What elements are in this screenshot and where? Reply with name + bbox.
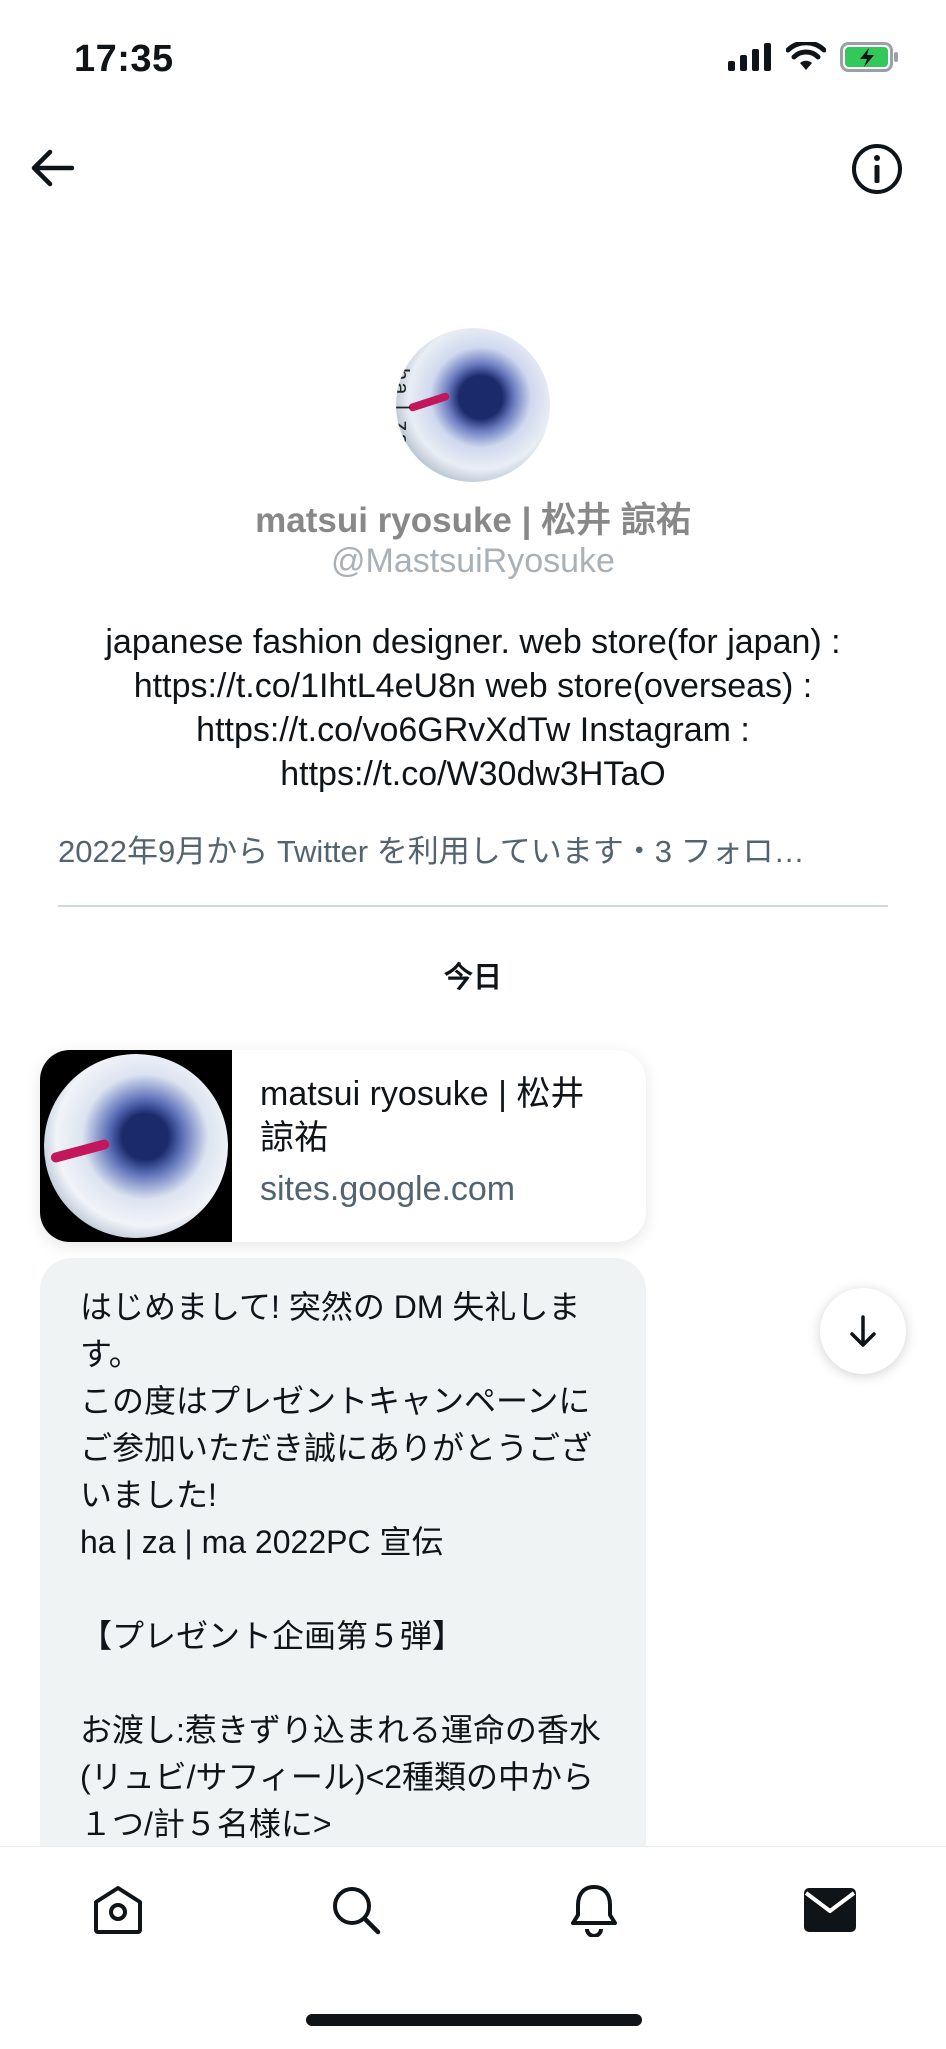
link-preview-image (40, 1050, 232, 1242)
link-preview-title: matsui ryosuke | 松井 諒祐 (260, 1075, 585, 1157)
date-separator: 今日 (443, 962, 502, 994)
arrow-down-icon (850, 1315, 876, 1347)
battery-charging-icon (840, 42, 898, 72)
link-preview-card[interactable]: matsui ryosuke | 松井 諒祐 sites.google.com (40, 1050, 646, 1242)
search-icon (333, 1887, 381, 1935)
profile-handle[interactable]: @MastsuiRyosuke (0, 542, 946, 581)
mail-icon (804, 1888, 856, 1932)
home-icon (94, 1886, 142, 1934)
info-circle-icon (852, 144, 902, 194)
avatar-art-streak (407, 391, 451, 413)
home-indicator[interactable] (306, 2014, 642, 2026)
back-button[interactable] (24, 140, 80, 196)
scroll-to-bottom-button[interactable] (820, 1288, 906, 1374)
profile-name[interactable]: matsui ryosuke | 松井 諒祐 (0, 492, 946, 543)
profile-avatar[interactable]: ha | za | ma (396, 328, 550, 482)
message-text: はじめまして! 突然の DM 失礼します。 この度はプレゼントキャンペーンにご参… (80, 1289, 601, 1842)
arrow-left-icon (31, 149, 74, 187)
tab-notifications[interactable] (564, 1880, 624, 1940)
tab-home[interactable] (88, 1880, 148, 1940)
profile-meta: 2022年9月から Twitter を利用しています・3 フォロ… (58, 834, 805, 869)
link-preview-domain: sites.google.com (260, 1170, 516, 1208)
wifi-icon (786, 42, 826, 70)
status-time: 17:35 (74, 38, 174, 80)
message-bubble[interactable]: はじめまして! 突然の DM 失礼します。 この度はプレゼントキャンペーンにご参… (40, 1258, 646, 1898)
tab-search[interactable] (326, 1880, 386, 1940)
cellular-signal-icon (728, 43, 771, 71)
tab-messages[interactable] (800, 1880, 860, 1940)
bell-icon (571, 1885, 617, 1937)
profile-bio: japanese fashion designer. web store(for… (105, 623, 841, 793)
conversation-info-button[interactable] (848, 140, 906, 198)
avatar-overlay-text: ha | za | ma (396, 368, 414, 463)
status-icons (728, 42, 900, 72)
divider (58, 905, 888, 907)
